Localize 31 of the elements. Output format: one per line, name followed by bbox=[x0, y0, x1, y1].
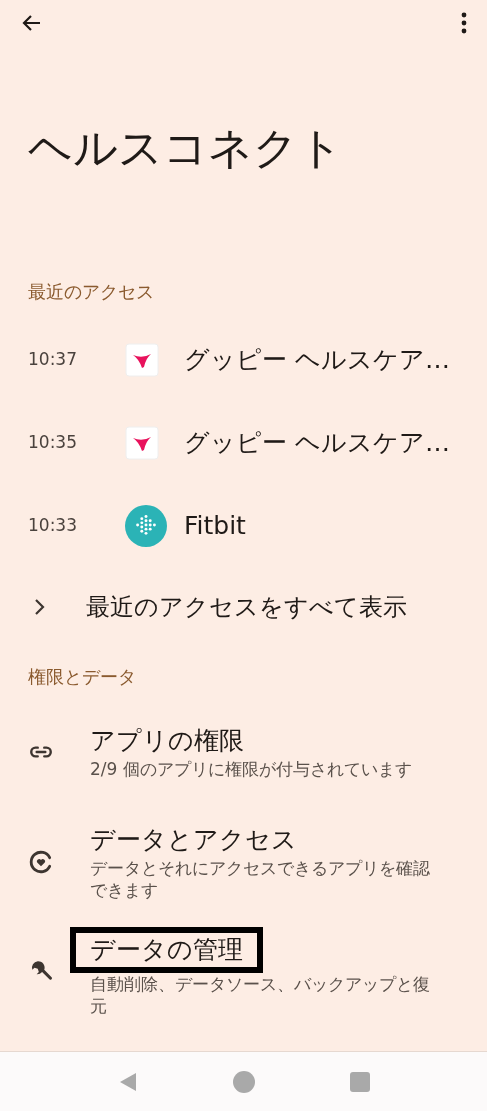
nav-home-icon[interactable] bbox=[232, 1070, 255, 1093]
row-subtitle: データとそれにアクセスできるアプリを確認できます bbox=[90, 857, 431, 901]
settings-row[interactable]: アプリの権限 2/9 個のアプリに権限が付与されています bbox=[0, 697, 487, 807]
page-title: ヘルスコネクト bbox=[28, 126, 344, 170]
access-time: 10:37 bbox=[28, 347, 78, 371]
settings-row[interactable]: データとアクセス データとそれにアクセスできるアプリを確認できます bbox=[0, 807, 487, 917]
recent-access-row[interactable]: 10:33 Fitbit bbox=[0, 484, 487, 567]
nav-recents-icon[interactable] bbox=[349, 1071, 370, 1092]
recent-access-row[interactable]: 10:35 グッピー ヘルスケア… bbox=[0, 401, 487, 484]
heart-circle-icon bbox=[28, 849, 54, 875]
app-icon bbox=[125, 425, 159, 460]
settings-row[interactable]: データの管理 自動削除、データソース、バックアップと復元 bbox=[0, 917, 487, 1027]
more-options-icon[interactable] bbox=[461, 12, 467, 34]
app-name: グッピー ヘルスケア… bbox=[184, 426, 450, 459]
section-header: 最近のアクセス bbox=[28, 281, 154, 302]
view-all-row[interactable]: 最近のアクセスをすべて表示 bbox=[0, 567, 487, 647]
row-title: データとアクセス bbox=[90, 825, 297, 854]
section-header: 権限とデータ bbox=[28, 664, 136, 689]
app-icon bbox=[125, 342, 159, 377]
row-title: アプリの権限 bbox=[90, 726, 244, 755]
access-time: 10:35 bbox=[28, 430, 78, 454]
access-time: 10:33 bbox=[28, 513, 78, 537]
chevron-right-icon bbox=[32, 598, 46, 616]
row-title: データの管理 bbox=[90, 935, 243, 964]
row-subtitle: 自動削除、データソース、バックアップと復元 bbox=[90, 973, 431, 1017]
app-name: Fitbit bbox=[184, 509, 246, 542]
app-icon bbox=[125, 504, 167, 547]
recent-access-row[interactable]: 10:37 グッピー ヘルスケア… bbox=[0, 318, 487, 401]
row-subtitle: 2/9 個のアプリに権限が付与されています bbox=[90, 758, 413, 780]
view-all-label: 最近のアクセスをすべて表示 bbox=[86, 592, 407, 623]
app-name: グッピー ヘルスケア… bbox=[184, 343, 450, 376]
